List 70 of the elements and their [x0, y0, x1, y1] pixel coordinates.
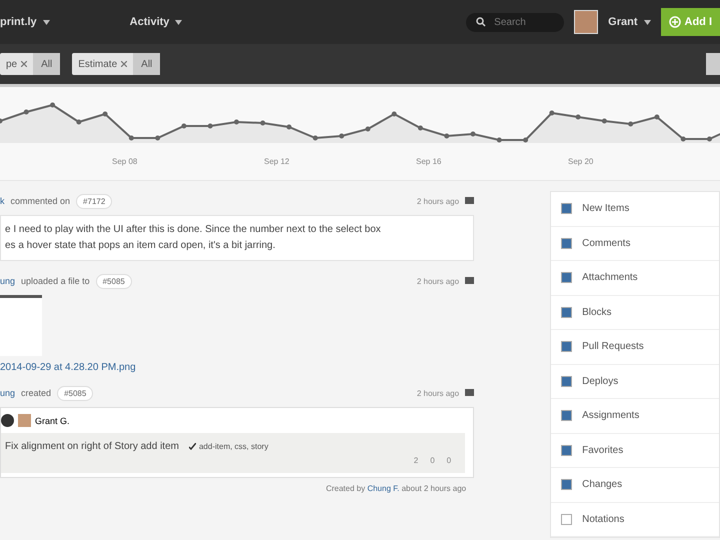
filter-chip[interactable]: pe All — [0, 53, 60, 75]
assignee-avatar — [18, 414, 31, 427]
count-text: 0 — [430, 456, 435, 465]
file-link[interactable]: 2014-09-29 at 4.28.20 PM.png — [0, 362, 474, 373]
author-link[interactable]: Chung F. — [367, 484, 400, 493]
count-text: 0 — [446, 456, 452, 465]
checkbox[interactable] — [561, 203, 572, 214]
user-link[interactable]: ung — [0, 276, 16, 286]
filter-option[interactable]: Changes — [551, 468, 719, 502]
axis-label: Sep 08 — [112, 157, 138, 166]
timestamp: 2 hours ago — [416, 388, 460, 398]
axis-label: Sep 12 — [264, 157, 290, 166]
filter-label: Estimate — [78, 58, 118, 70]
filter-option[interactable]: Blocks — [551, 296, 719, 330]
filter-value[interactable]: All — [33, 53, 60, 75]
filter-option[interactable]: Notations — [551, 502, 719, 537]
filter-option[interactable]: Deploys — [551, 364, 719, 399]
card-title: Fix alignment on right of Story add item — [5, 441, 179, 452]
status-icon — [1, 414, 14, 427]
axis-label: Sep 20 — [568, 157, 594, 166]
filter-value[interactable]: All — [133, 53, 160, 75]
card-tags: add-item, css, story — [198, 442, 268, 451]
close-icon[interactable] — [121, 61, 128, 67]
timestamp: 2 hours ago — [416, 276, 460, 286]
checkbox[interactable] — [561, 410, 572, 422]
count-text: 2 — [414, 456, 418, 465]
item-tag[interactable]: #7172 — [76, 194, 112, 208]
action-text: uploaded a file to — [21, 276, 90, 286]
search-field[interactable]: Search — [466, 12, 564, 32]
activity-menu[interactable]: Activity — [130, 16, 182, 28]
axis-label: Sep 16 — [416, 157, 442, 166]
checkbox[interactable] — [561, 444, 572, 456]
comment-text: e I need to play with the UI after this is done. Since the number next to the select box es a hover state that pops an item card open, it's a bit jarring. — [0, 215, 474, 261]
filter-option[interactable]: Pull Requests — [551, 330, 719, 364]
user-link[interactable]: k — [0, 196, 4, 206]
checkbox[interactable] — [561, 514, 572, 525]
filter-option[interactable]: Comments — [551, 226, 719, 261]
filter-option[interactable]: Favorites — [551, 434, 719, 468]
user-link[interactable]: ung — [0, 388, 16, 398]
filter-option[interactable]: New Items — [551, 192, 719, 226]
filter-option[interactable]: Attachments — [551, 261, 719, 296]
caret-icon — [644, 20, 650, 24]
filter-label: pe — [6, 58, 18, 70]
action-text: commented on — [10, 196, 70, 206]
user-menu[interactable]: Grant — [608, 16, 650, 28]
image-thumbnail[interactable] — [0, 295, 42, 356]
action-text: created — [21, 388, 52, 398]
checkbox[interactable] — [561, 341, 572, 352]
filter-option[interactable]: Assignments — [551, 399, 719, 434]
item-card[interactable]: Grant G. Fix alignment on right of Story add item add-item, css, story 2 0 0 — [0, 407, 474, 478]
plus-icon — [668, 16, 680, 28]
caret-icon — [42, 20, 50, 24]
assignee-name: Grant G. — [35, 416, 70, 426]
checkbox[interactable] — [561, 238, 572, 249]
search-icon — [476, 17, 486, 27]
caret-icon — [175, 20, 182, 24]
item-tag[interactable]: #5085 — [96, 274, 132, 288]
timestamp: 2 hours ago — [416, 196, 460, 206]
checkbox[interactable] — [561, 306, 572, 318]
project-menu[interactable]: print.ly — [0, 16, 50, 28]
close-icon[interactable] — [21, 61, 28, 67]
checkbox[interactable] — [561, 479, 572, 490]
check-icon — [188, 443, 196, 450]
filter-chip[interactable]: Estimate All — [72, 53, 160, 75]
search-input[interactable]: Search — [492, 16, 548, 28]
item-tag[interactable]: #5085 — [57, 386, 94, 400]
user-avatar[interactable] — [574, 10, 598, 34]
created-by-text: Created by Chung F. about 2 hours ago — [324, 483, 468, 493]
checkbox[interactable] — [561, 376, 572, 387]
checkbox[interactable] — [561, 272, 572, 284]
